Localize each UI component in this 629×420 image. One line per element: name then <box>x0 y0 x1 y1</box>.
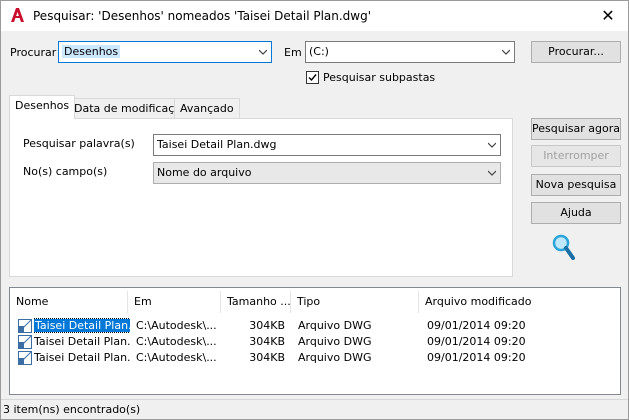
word-value: Taisei Detail Plan.dwg <box>157 138 277 151</box>
result-type: Arquivo DWG <box>298 335 372 348</box>
dwg-file-icon <box>18 351 32 365</box>
word-dropdown[interactable]: Taisei Detail Plan.dwg <box>153 134 501 156</box>
result-type: Arquivo DWG <box>298 319 372 332</box>
procurar-dropdown[interactable]: Desenhos <box>58 41 272 63</box>
result-size: 304KB <box>249 319 285 332</box>
chevron-down-icon <box>488 170 496 176</box>
chevron-down-icon <box>259 49 267 55</box>
title-bar: Pesquisar: 'Desenhos' nomeados 'Taisei D… <box>1 1 628 31</box>
magnifier-icon <box>552 234 575 260</box>
help-button[interactable]: Ajuda <box>531 202 621 224</box>
check-icon <box>308 74 317 82</box>
new-search-button[interactable]: Nova pesquisa <box>531 174 621 196</box>
column-header-em[interactable]: Em <box>128 291 221 313</box>
em-label: Em <box>284 46 302 59</box>
tab-panel: Pesquisar palavra(s) Taisei Detail Plan.… <box>9 118 513 277</box>
result-location: C:\Autodesk\... <box>136 335 216 348</box>
em-dropdown[interactable]: (C:) <box>305 41 515 63</box>
table-row[interactable]: Taisei Detail Plan... C:\Autodesk\... 30… <box>10 350 620 366</box>
field-label: No(s) campo(s) <box>23 165 108 178</box>
chevron-down-icon <box>488 142 496 148</box>
result-location: C:\Autodesk\... <box>136 319 216 332</box>
result-name: Taisei Detail Plan... <box>34 335 130 348</box>
stop-button[interactable]: Interromper <box>531 145 621 167</box>
subfolders-label: Pesquisar subpastas <box>323 71 436 84</box>
status-bar: 3 item(ns) encontrado(s) <box>1 399 628 419</box>
procurar-label: Procurar <box>10 46 57 59</box>
browse-button[interactable]: Procurar... <box>531 41 621 63</box>
chevron-down-icon <box>502 49 510 55</box>
result-modified: 09/01/2014 09:20 <box>427 319 526 332</box>
search-dialog: Pesquisar: 'Desenhos' nomeados 'Taisei D… <box>0 0 629 420</box>
column-header-tipo[interactable]: Tipo <box>291 291 419 313</box>
result-type: Arquivo DWG <box>298 351 372 364</box>
result-modified: 09/01/2014 09:20 <box>427 335 526 348</box>
em-value: (C:) <box>309 45 329 58</box>
window-title: Pesquisar: 'Desenhos' nomeados 'Taisei D… <box>33 9 372 23</box>
procurar-value: Desenhos <box>62 45 121 58</box>
result-name: Taisei Detail Plan... <box>34 351 130 364</box>
close-icon[interactable]: ✕ <box>588 1 628 31</box>
results-list: Nome Em Tamanho ... Tipo Arquivo modific… <box>9 287 621 395</box>
word-label: Pesquisar palavra(s) <box>23 137 135 150</box>
result-modified: 09/01/2014 09:20 <box>427 351 526 364</box>
result-size: 304KB <box>249 335 285 348</box>
result-name: Taisei Detail Plan... <box>34 318 130 333</box>
field-value: Nome do arquivo <box>157 166 252 179</box>
dwg-file-icon <box>18 335 32 349</box>
column-header-modificado[interactable]: Arquivo modificado <box>419 291 549 313</box>
autocad-a-icon <box>11 8 24 22</box>
column-header-tamanho[interactable]: Tamanho ... <box>221 291 291 313</box>
table-row[interactable]: Taisei Detail Plan... C:\Autodesk\... 30… <box>10 334 620 350</box>
subfolders-checkbox[interactable] <box>306 71 319 84</box>
table-row[interactable]: Taisei Detail Plan... C:\Autodesk\... 30… <box>10 318 620 334</box>
tab-desenhos[interactable]: Desenhos <box>9 95 76 119</box>
field-dropdown[interactable]: Nome do arquivo <box>153 162 501 184</box>
dwg-file-icon <box>18 319 32 333</box>
result-size: 304KB <box>249 351 285 364</box>
column-header-nome[interactable]: Nome <box>10 291 128 313</box>
tab-avancado[interactable]: Avançado <box>174 98 240 119</box>
result-location: C:\Autodesk\... <box>136 351 216 364</box>
search-now-button[interactable]: Pesquisar agora <box>531 118 621 140</box>
